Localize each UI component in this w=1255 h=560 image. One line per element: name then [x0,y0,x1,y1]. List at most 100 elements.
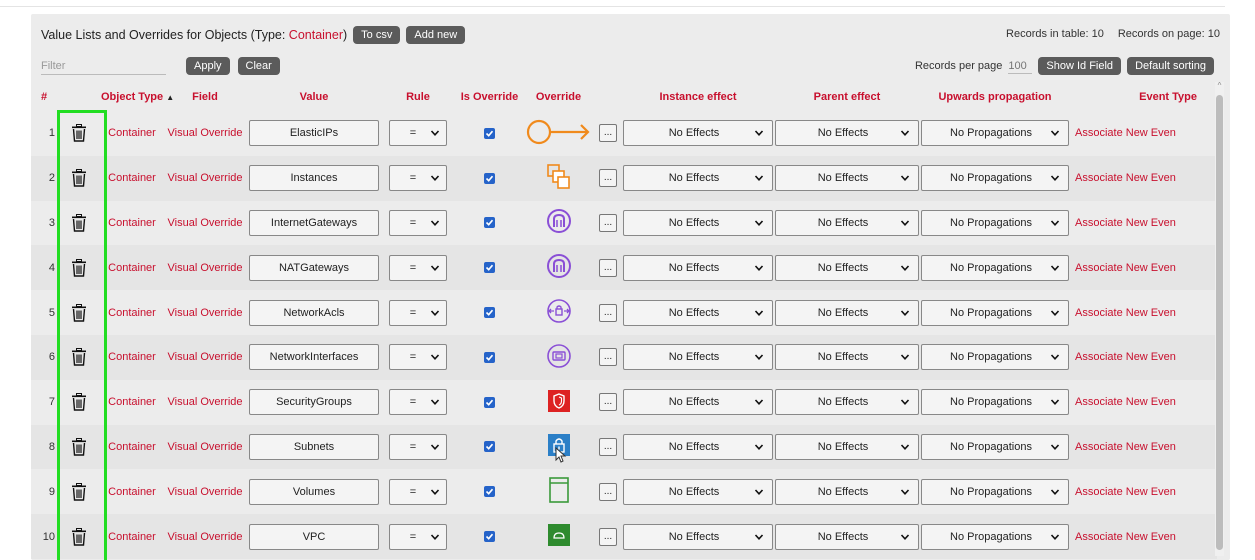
rule-select[interactable]: = [389,389,447,416]
is-override-checkbox[interactable] [484,486,495,498]
parent-effect-select[interactable]: No Effects [775,344,919,371]
rule-select[interactable]: = [389,478,447,505]
instance-effect-select[interactable]: No Effects [623,165,773,192]
event-type-link[interactable]: Associate New Even [1069,262,1197,274]
value-input[interactable] [249,209,379,236]
is-override-checkbox[interactable] [484,127,495,139]
override-edit-button[interactable]: ... [599,213,617,232]
value-input[interactable] [249,344,379,371]
override-edit-button[interactable]: ... [599,258,617,277]
object-type-link[interactable]: Container [101,351,163,363]
event-type-link[interactable]: Associate New Even [1069,172,1197,184]
instances-icon[interactable] [546,163,572,194]
object-type-link[interactable]: Container [101,217,163,229]
instance-effect-select[interactable]: No Effects [623,344,773,371]
parent-effect-select[interactable]: No Effects [775,209,919,236]
vertical-scrollbar-thumb[interactable] [1216,95,1223,550]
is-override-checkbox[interactable] [484,262,495,274]
rule-select[interactable]: = [389,344,447,371]
propagation-select[interactable]: No Propagations [921,433,1069,460]
object-type-link[interactable]: Container [101,441,163,453]
volume-icon[interactable] [548,476,570,507]
value-input[interactable] [249,165,379,192]
event-type-link[interactable]: Associate New Even [1069,351,1197,363]
rule-select[interactable]: = [389,165,447,192]
delete-icon[interactable] [57,393,101,411]
is-override-checkbox[interactable] [484,351,495,363]
delete-icon[interactable] [57,124,101,143]
col-upwards-propagation[interactable]: Upwards propagation [921,91,1069,103]
col-field[interactable]: Field [163,91,247,103]
delete-icon[interactable] [57,303,101,322]
parent-effect-select[interactable]: No Effects [775,433,919,460]
filter-input[interactable] [41,57,166,75]
field-link[interactable]: Visual Override [163,531,247,543]
parent-effect-select[interactable]: No Effects [775,389,919,416]
show-id-field-button[interactable]: Show Id Field [1038,57,1122,75]
rule-select[interactable]: = [389,433,447,460]
col-is-override[interactable]: Is Override [455,91,524,103]
delete-icon[interactable] [57,348,101,367]
col-value[interactable]: Value [247,91,381,103]
instance-effect-select[interactable]: No Effects [623,523,773,550]
delete-icon[interactable] [57,258,101,277]
object-type-link[interactable]: Container [101,127,163,139]
propagation-select[interactable]: No Propagations [921,254,1069,281]
rule-select[interactable]: = [389,209,447,236]
field-link[interactable]: Visual Override [163,396,247,408]
col-num[interactable]: # [31,91,57,103]
propagation-select[interactable]: No Propagations [921,299,1069,326]
shield-icon[interactable] [547,389,571,416]
event-type-link[interactable]: Associate New Even [1069,531,1197,543]
network-acl-icon[interactable] [546,298,572,327]
object-type-link[interactable]: Container [101,262,163,274]
override-edit-button[interactable]: ... [599,527,617,546]
parent-effect-select[interactable]: No Effects [775,120,919,147]
vpc-icon[interactable] [547,523,571,550]
propagation-select[interactable]: No Propagations [921,478,1069,505]
propagation-select[interactable]: No Propagations [921,165,1069,192]
clear-button[interactable]: Clear [237,57,280,75]
default-sorting-button[interactable]: Default sorting [1127,57,1214,75]
parent-effect-select[interactable]: No Effects [775,299,919,326]
delete-icon[interactable] [57,437,101,456]
rule-select[interactable]: = [389,254,447,281]
parent-effect-select[interactable]: No Effects [775,523,919,550]
delete-icon[interactable] [57,482,101,501]
col-override[interactable]: Override [524,91,593,103]
parent-effect-select[interactable]: No Effects [775,478,919,505]
event-type-link[interactable]: Associate New Even [1069,396,1197,408]
to-csv-button[interactable]: To csv [353,26,401,44]
apply-button[interactable]: Apply [186,57,230,75]
col-object-type[interactable]: Object Type ▲ [101,91,174,103]
override-edit-button[interactable]: ... [599,348,617,367]
records-per-page-input[interactable] [1008,58,1033,74]
event-type-link[interactable]: Associate New Even [1069,486,1197,498]
col-instance-effect[interactable]: Instance effect [623,91,773,103]
field-link[interactable]: Visual Override [163,307,247,319]
propagation-select[interactable]: No Propagations [921,209,1069,236]
event-type-link[interactable]: Associate New Even [1069,307,1197,319]
override-edit-button[interactable]: ... [599,482,617,501]
object-type-link[interactable]: Container [101,172,163,184]
gateway-icon[interactable] [546,208,572,237]
object-type-link[interactable]: Container [101,531,163,543]
value-input[interactable] [249,433,379,460]
field-link[interactable]: Visual Override [163,217,247,229]
parent-effect-select[interactable]: No Effects [775,165,919,192]
add-new-button[interactable]: Add new [406,26,466,44]
arrow-circle-icon[interactable] [526,118,592,149]
col-parent-effect[interactable]: Parent effect [773,91,921,103]
override-edit-button[interactable]: ... [599,124,617,143]
field-link[interactable]: Visual Override [163,351,247,363]
event-type-link[interactable]: Associate New Even [1069,441,1197,453]
value-input[interactable] [249,478,379,505]
col-rule[interactable]: Rule [381,91,455,103]
propagation-select[interactable]: No Propagations [921,120,1069,147]
rule-select[interactable]: = [389,120,447,147]
value-input[interactable] [249,523,379,550]
event-type-link[interactable]: Associate New Even [1069,127,1197,139]
override-edit-button[interactable]: ... [599,393,617,412]
parent-effect-select[interactable]: No Effects [775,254,919,281]
propagation-select[interactable]: No Propagations [921,523,1069,550]
